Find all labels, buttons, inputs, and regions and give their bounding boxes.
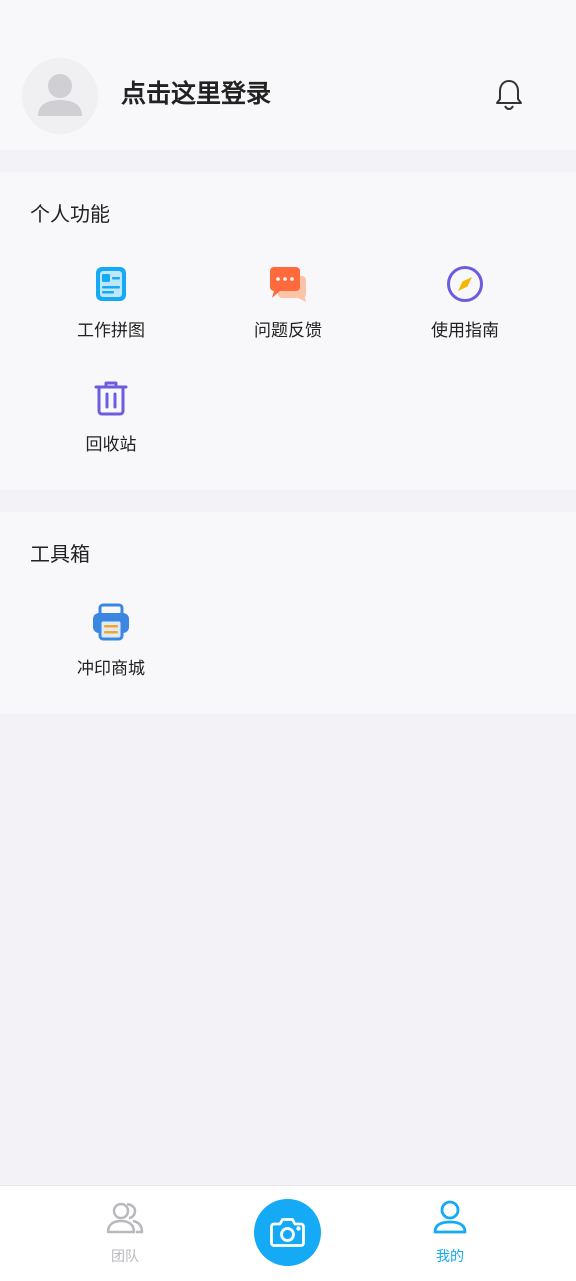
recycle-bin-button[interactable]: 回收站	[23, 378, 199, 456]
work-puzzle-icon	[96, 267, 126, 301]
profile-icon	[433, 1200, 467, 1234]
tab-team[interactable]: 团队	[65, 1198, 185, 1266]
tab-mine[interactable]: 我的	[390, 1198, 510, 1266]
feedback-button[interactable]: 问题反馈	[200, 264, 376, 342]
user-guide-button[interactable]: 使用指南	[377, 264, 553, 342]
section-title: 个人功能	[30, 202, 110, 226]
camera-button[interactable]	[254, 1199, 321, 1266]
tab-label: 团队	[111, 1249, 139, 1265]
item-label: 使用指南	[431, 321, 499, 341]
item-label: 工作拼图	[77, 321, 145, 341]
tab-label: 我的	[436, 1249, 464, 1265]
section-title: 工具箱	[30, 542, 90, 566]
team-icon	[106, 1202, 144, 1234]
user-placeholder-icon	[38, 74, 82, 116]
item-label: 回收站	[85, 435, 137, 455]
trash-icon	[94, 381, 128, 416]
notification-bell-icon[interactable]	[492, 77, 526, 111]
compass-icon	[447, 266, 483, 302]
work-puzzle-button[interactable]: 工作拼图	[23, 264, 199, 342]
item-label: 问题反馈	[254, 321, 322, 341]
profile-header: 点击这里登录	[0, 0, 576, 150]
camera-icon	[270, 1218, 305, 1247]
avatar[interactable]	[22, 58, 98, 134]
chat-feedback-icon	[270, 267, 306, 302]
item-label: 冲印商城	[77, 659, 145, 679]
printer-icon	[93, 603, 129, 641]
personal-functions-section: 个人功能 工作拼图 问题反馈 使用指南 回收站	[0, 172, 576, 490]
login-link[interactable]: 点击这里登录	[121, 77, 271, 111]
toolbox-section: 工具箱 冲印商城	[0, 512, 576, 714]
print-store-button[interactable]: 冲印商城	[23, 602, 199, 680]
